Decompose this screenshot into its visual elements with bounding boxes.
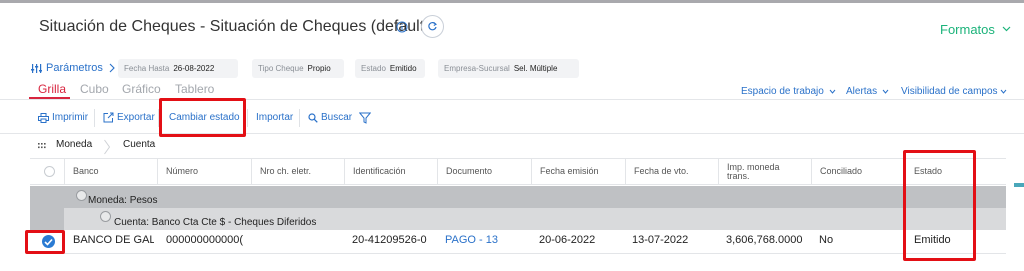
scrollbar-indicator[interactable]	[1014, 183, 1024, 187]
table-row[interactable]: BANCO DE GALI 000000000000( 20-41209526-…	[30, 230, 1006, 254]
visibilidad-de-campos-dropdown[interactable]: Visibilidad de campos	[901, 86, 998, 97]
column-header-nro-ch-eletr[interactable]: Nro ch. eletr.	[251, 159, 344, 184]
group-label-cuenta: Cuenta: Banco Cta Cte $ - Cheques Diferi…	[114, 217, 317, 228]
toolbar-divider	[94, 109, 95, 127]
chevron-down-icon[interactable]	[882, 89, 889, 94]
highlight-cambiar-estado	[159, 98, 246, 137]
buscar-button[interactable]: Buscar	[308, 112, 352, 123]
toolbar-divider	[247, 109, 248, 127]
filter-icon[interactable]	[359, 112, 371, 124]
filter-chip-fecha-hasta[interactable]: Fecha Hasta 26-08-2022	[118, 59, 238, 78]
grip-icon[interactable]	[38, 143, 46, 149]
sliders-icon	[31, 63, 42, 73]
buscar-label: Buscar	[321, 112, 353, 123]
column-header-identificacion[interactable]: Identificación	[344, 159, 437, 184]
group-expand-toggle[interactable]	[76, 190, 87, 201]
column-header-fecha-vto[interactable]: Fecha de vto.	[625, 159, 718, 184]
tab-cubo[interactable]: Cubo	[80, 82, 109, 96]
column-header-documento[interactable]: Documento	[437, 159, 531, 184]
filter-chip-tipo-cheque[interactable]: Tipo Cheque Propio	[252, 59, 344, 78]
table-header: Banco Número Nro ch. eletr. Identificaci…	[30, 158, 1006, 185]
parametros-button[interactable]: Parámetros	[31, 62, 120, 74]
cell-conciliado: No	[819, 234, 834, 246]
highlight-row-selection	[25, 230, 65, 254]
filter-chip-estado[interactable]: Estado Emitido	[355, 59, 425, 78]
cell-fecha-vto: 13-07-2022	[632, 234, 689, 246]
printer-icon	[38, 112, 49, 123]
highlight-estado-column	[903, 150, 976, 261]
group-label-moneda: Moneda: Pesos	[88, 195, 158, 206]
group-chip-moneda[interactable]: Moneda	[56, 139, 92, 150]
chip-value: 26-08-2022	[173, 64, 215, 73]
chevron-down-icon[interactable]	[829, 89, 836, 94]
formatos-dropdown[interactable]: Formatos	[940, 22, 995, 37]
importar-button[interactable]: Importar	[256, 112, 293, 123]
chip-value: Sel. Múltiple	[513, 64, 558, 73]
search-icon	[308, 112, 318, 123]
exportar-button[interactable]: Exportar	[103, 112, 155, 123]
chip-value: Emitido	[389, 64, 417, 73]
espacio-de-trabajo-dropdown[interactable]: Espacio de trabajo	[741, 86, 824, 97]
group-expand-toggle[interactable]	[100, 211, 111, 222]
imprimir-button[interactable]: Imprimir	[38, 112, 88, 123]
group-row-cuenta[interactable]: Cuenta: Banco Cta Cte $ - Cheques Diferi…	[30, 208, 1006, 230]
refresh-button[interactable]	[421, 15, 444, 38]
cell-fecha-emision: 20-06-2022	[539, 234, 596, 246]
chip-key: Empresa-Sucursal	[444, 64, 510, 73]
exportar-label: Exportar	[117, 112, 155, 123]
cell-documento-link[interactable]: PAGO - 13	[445, 234, 525, 246]
group-chip-cuenta[interactable]: Cuenta	[123, 139, 155, 150]
filter-chip-empresa-sucursal[interactable]: Empresa-Sucursal Sel. Múltiple	[438, 59, 579, 78]
chevron-down-icon[interactable]	[1000, 89, 1007, 94]
imprimir-label: Imprimir	[52, 112, 89, 123]
cell-identificacion: 20-41209526-0	[352, 234, 427, 246]
refresh-icon	[428, 22, 437, 31]
info-icon[interactable]	[396, 21, 408, 33]
chevron-right-icon	[104, 139, 111, 155]
select-all-checkbox[interactable]	[44, 166, 55, 177]
tab-grafico[interactable]: Gráfico	[122, 82, 161, 96]
cell-banco: BANCO DE GALI	[73, 234, 154, 246]
toolbar-divider	[299, 109, 300, 127]
export-icon	[103, 112, 114, 123]
chevron-down-icon[interactable]	[1002, 26, 1011, 32]
column-header-fecha-emision[interactable]: Fecha emisión	[531, 159, 625, 184]
group-row-moneda[interactable]: Moneda: Pesos	[30, 186, 1006, 208]
chip-key: Estado	[361, 64, 386, 73]
column-header-conciliado[interactable]: Conciliado	[811, 159, 905, 184]
tab-grilla[interactable]: Grilla	[38, 82, 66, 96]
divider	[0, 99, 1024, 100]
parametros-label: Parámetros	[46, 62, 103, 74]
importar-label: Importar	[256, 112, 294, 123]
chip-key: Fecha Hasta	[124, 64, 170, 73]
column-header-importe[interactable]: Imp. moneda trans.	[718, 159, 811, 184]
chip-key: Tipo Cheque	[258, 64, 304, 73]
group-row-cuenta-inner: Cuenta: Banco Cta Cte $ - Cheques Diferi…	[64, 208, 1006, 230]
column-header-banco[interactable]: Banco	[64, 159, 157, 184]
chevron-right-icon	[109, 63, 115, 73]
alertas-dropdown[interactable]: Alertas	[846, 86, 877, 97]
page-title: Situación de Cheques - Situación de Cheq…	[39, 18, 430, 35]
cell-numero: 000000000000(	[166, 234, 244, 246]
chip-value: Propio	[307, 64, 331, 73]
tab-tablero[interactable]: Tablero	[175, 82, 214, 96]
top-bar	[0, 0, 1024, 3]
cell-importe: 3,606,768.0000	[726, 234, 803, 246]
column-header-numero[interactable]: Número	[157, 159, 251, 184]
